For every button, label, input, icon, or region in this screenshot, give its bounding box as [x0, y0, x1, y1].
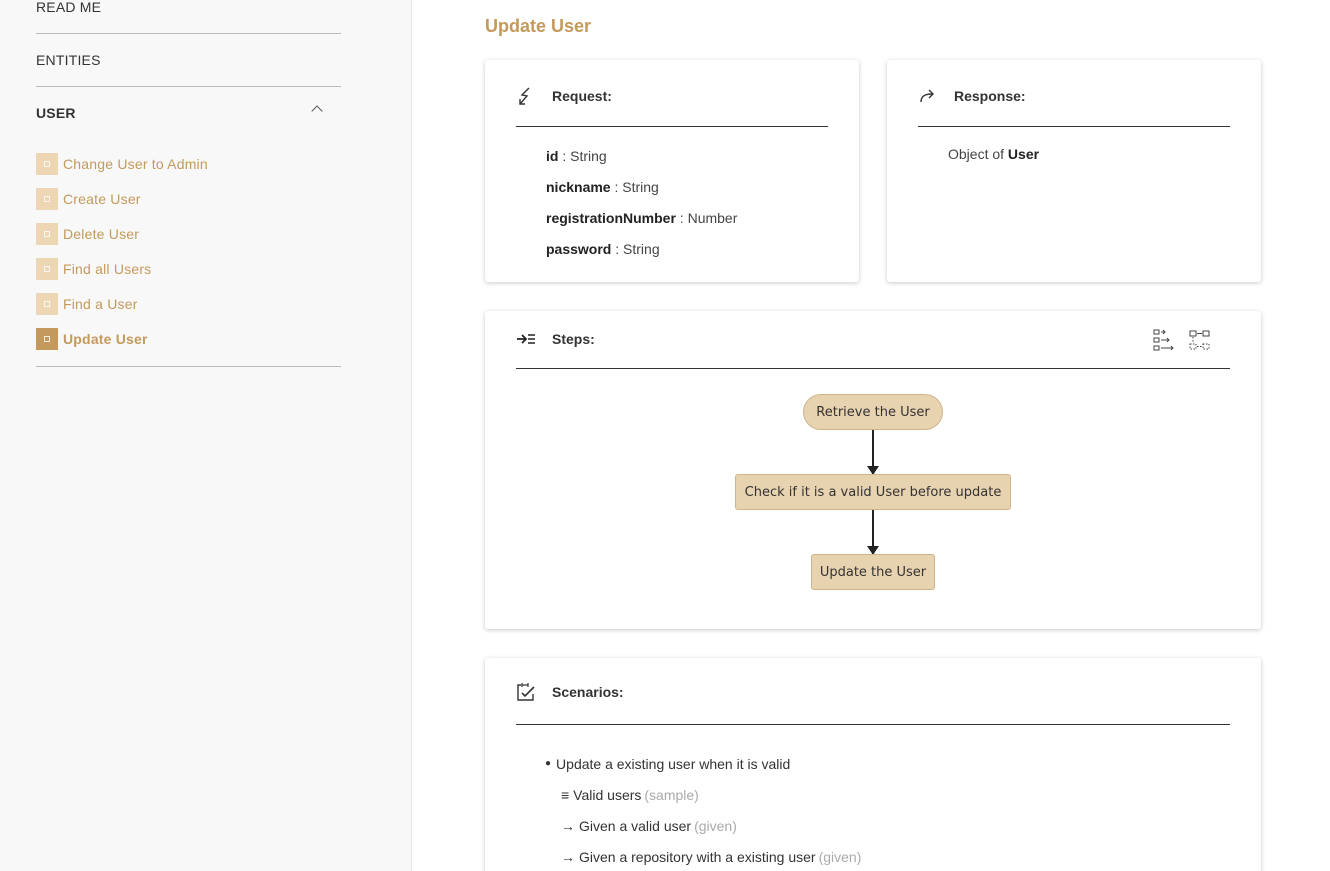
field-type: : Number: [675, 210, 738, 226]
nav-entities-label: ENTITIES: [36, 52, 101, 68]
scenario-step-tag: (given): [818, 848, 862, 865]
flow-arrow: [867, 510, 879, 555]
sidebar-item-label: Find all Users: [63, 261, 152, 277]
endpoint-icon: [36, 223, 58, 245]
response-header: Response:: [918, 86, 1230, 127]
response-type: User: [1007, 146, 1040, 162]
sidebar-item-find-all-users[interactable]: Find all Users: [36, 258, 151, 280]
response-body: Object of User: [948, 146, 1039, 162]
flow-step-retrieve[interactable]: Retrieve the User: [803, 394, 943, 430]
field-type: : String: [558, 148, 607, 164]
scenarios-header: Scenarios:: [516, 682, 1230, 725]
indent-icon: [517, 334, 535, 344]
endpoint-icon: [36, 153, 58, 175]
arrow-right-icon: →: [561, 817, 575, 834]
nav-readme-label: READ ME: [36, 0, 102, 15]
request-field: id : String: [546, 146, 737, 177]
sidebar-item-create-user[interactable]: Create User: [36, 188, 141, 210]
response-title: Response:: [954, 88, 1026, 104]
steps-title: Steps:: [552, 331, 595, 347]
request-card: Request: id : String nickname : String r…: [485, 60, 859, 282]
bullet-icon: ●: [545, 757, 552, 769]
nav-user-label: USER: [36, 105, 76, 121]
endpoint-icon: [36, 293, 58, 315]
scenarios-card: Scenarios: ● Update a existing user when…: [485, 658, 1261, 871]
vertical-layout-icon[interactable]: [1153, 329, 1175, 351]
nav-entities[interactable]: ENTITIES: [36, 34, 341, 87]
request-header: Request:: [516, 86, 828, 127]
scenario-item[interactable]: ● Update a existing user when it is vali…: [545, 748, 861, 779]
scenario-step-text: Given a valid user: [579, 817, 692, 834]
reply-arrow-icon: [920, 89, 934, 103]
request-field: registrationNumber : Number: [546, 208, 737, 239]
field-name: registrationNumber: [546, 210, 676, 226]
scenarios-title: Scenarios:: [552, 684, 624, 700]
arrow-right-icon: →: [561, 848, 575, 865]
sidebar-item-find-a-user[interactable]: Find a User: [36, 293, 138, 315]
field-name: nickname: [546, 179, 611, 195]
response-prefix: Object of: [948, 146, 1008, 162]
sidebar-item-label: Find a User: [63, 296, 138, 312]
nav-user-header[interactable]: USER: [36, 87, 341, 139]
field-name: password: [546, 241, 612, 257]
endpoint-icon: [36, 188, 58, 210]
horizontal-layout-icon[interactable]: [1189, 329, 1211, 351]
chevron-up-icon[interactable]: [311, 105, 323, 117]
request-field: password : String: [546, 239, 737, 270]
sidebar-item-label: Change User to Admin: [63, 156, 208, 172]
sidebar-item-change-user-to-admin[interactable]: Change User to Admin: [36, 153, 208, 175]
nav-readme[interactable]: READ ME: [36, 0, 341, 34]
scenario-step-text: Valid users: [573, 786, 642, 803]
request-icon: [519, 87, 530, 105]
scenario-step: → Given a repository with a existing use…: [545, 841, 861, 871]
sidebar: READ ME ENTITIES USER Change User to Adm…: [0, 0, 412, 871]
request-field-list: id : String nickname : String registrati…: [546, 146, 737, 270]
steps-header: Steps:: [516, 329, 1230, 369]
sidebar-item-label: Create User: [63, 191, 141, 207]
scenario-title: Update a existing user when it is valid: [556, 755, 791, 772]
page-title: Update User: [485, 16, 592, 36]
sidebar-item-update-user[interactable]: Update User: [36, 328, 148, 350]
response-card: Response: Object of User: [887, 60, 1261, 282]
scenario-step-tag: (sample): [644, 786, 699, 803]
request-title: Request:: [552, 88, 612, 104]
field-name: id: [546, 148, 559, 164]
flow-step-validate[interactable]: Check if it is a valid User before updat…: [735, 474, 1011, 510]
sidebar-item-label: Update User: [63, 331, 148, 347]
flow-step-update[interactable]: Update the User: [811, 554, 935, 590]
sidebar-item-label: Delete User: [63, 226, 140, 242]
endpoint-icon: [36, 328, 58, 350]
scenario-list: ● Update a existing user when it is vali…: [545, 748, 861, 871]
scenario-step-text: Given a repository with a existing user: [579, 848, 816, 865]
sidebar-item-delete-user[interactable]: Delete User: [36, 223, 139, 245]
scenario-step: → Given a valid user (given): [545, 810, 861, 841]
checklist-icon: [517, 683, 535, 701]
request-field: nickname : String: [546, 177, 737, 208]
endpoint-icon: [36, 258, 58, 280]
steps-card: Steps: Retrieve the User Check if it is …: [485, 311, 1261, 629]
scenario-step: ≡ Valid users (sample): [545, 779, 861, 810]
scenario-step-tag: (given): [694, 817, 737, 834]
flow-arrow: [867, 430, 879, 475]
field-type: : String: [611, 241, 660, 257]
field-type: : String: [610, 179, 659, 195]
nav-user-group: USER Change User to Admin Create User De…: [36, 87, 341, 367]
sample-list-icon: ≡: [561, 786, 570, 803]
